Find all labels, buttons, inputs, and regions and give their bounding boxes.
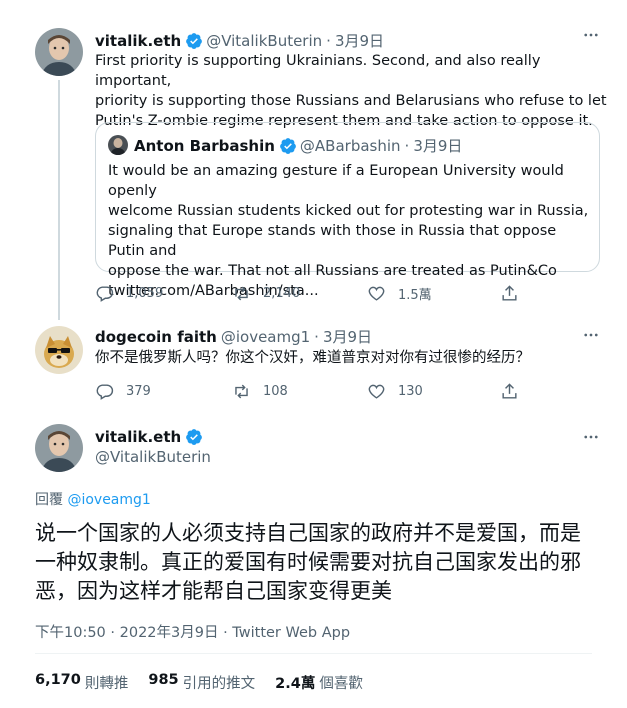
display-name[interactable]: dogecoin faith [95, 328, 217, 346]
quote-handle: @ABarbashin [299, 136, 401, 155]
retweet-icon [235, 384, 248, 399]
tweet-text: 你不是俄罗斯人吗？你这个汉奸，难道普京对对你有过很惨的经历？ [95, 350, 530, 366]
verified-badge-icon [185, 32, 203, 50]
retweets-count[interactable]: 6,170 [35, 672, 81, 693]
share-button[interactable] [500, 382, 531, 401]
thread-line [58, 80, 60, 320]
focused-tweet-text: 说一个国家的人必须支持自己国家的政府并不是爱国，而是一种奴隶制。真正的爱国有时候… [35, 521, 581, 603]
handle[interactable]: @VitalikButerin [95, 448, 211, 466]
avatar-vitalik[interactable] [35, 424, 83, 472]
share-icon [502, 383, 517, 399]
quote-date: 3月9日 [413, 137, 463, 155]
quote-header: Anton Barbashin @ABarbashin · 3月9日 [134, 135, 462, 156]
separator-dot: · [404, 136, 410, 155]
separator-dot: · [314, 327, 319, 346]
retweet-count: 2,140 [263, 286, 301, 301]
tweet-timestamp[interactable]: 下午10:50 · 2022年3月9日 · Twitter Web App [35, 621, 350, 642]
engagement-stats: 6,170 則轉推 985 引用的推文 2.4萬 個喜歡 [35, 672, 383, 693]
avatar-anton [108, 135, 128, 155]
likes-label[interactable]: 個喜歡 [319, 672, 363, 693]
like-count: 130 [398, 384, 423, 399]
retweet-button[interactable]: 108 [232, 382, 288, 401]
more-dots-icon[interactable] [582, 428, 600, 450]
share-icon [502, 285, 517, 301]
like-button[interactable]: 130 [367, 382, 423, 401]
reply-icon [96, 384, 114, 400]
display-name[interactable]: vitalik.eth [95, 428, 181, 446]
more-dots-icon[interactable] [582, 26, 600, 48]
quote-text: It would be an amazing gesture if a Euro… [108, 163, 589, 299]
quoted-tweet-card[interactable]: Anton Barbashin @ABarbashin · 3月9日 It wo… [95, 122, 600, 299]
tweet2-header: dogecoin faith @ioveamg1 · 3月9日 [95, 326, 372, 347]
reply-to-handle[interactable]: @ioveamg1 [67, 492, 150, 508]
reply-count: 1,059 [126, 286, 164, 301]
tweet3-name: vitalik.eth [95, 428, 206, 446]
display-name[interactable]: vitalik.eth [95, 32, 181, 50]
tweet-text: First priority is supporting Ukrainians.… [95, 53, 607, 129]
reply-button[interactable]: 379 [95, 382, 151, 401]
heart-icon [368, 286, 385, 301]
reply-prefix: 回覆 [35, 492, 63, 508]
retweet-count: 108 [263, 384, 288, 399]
verified-badge-icon [279, 137, 297, 155]
likes-count[interactable]: 2.4萬 [275, 672, 315, 693]
separator-dot: · [326, 31, 331, 50]
retweet-icon [235, 286, 248, 301]
like-count: 1.5萬 [398, 288, 432, 303]
tweet-vitalik-1[interactable]: vitalik.eth @VitalikButerin · 3月9日 First… [0, 0, 627, 320]
handle[interactable]: @VitalikButerin [206, 32, 322, 50]
handle[interactable]: @ioveamg1 [221, 328, 310, 346]
tweet-date[interactable]: 3月9日 [323, 326, 372, 347]
quotes-count[interactable]: 985 [148, 672, 178, 693]
reply-to-line: 回覆 @ioveamg1 [35, 489, 151, 509]
tweet-date[interactable]: 3月9日 [335, 30, 384, 51]
avatar-vitalik[interactable] [35, 28, 83, 76]
quotes-label[interactable]: 引用的推文 [183, 672, 256, 693]
avatar-dogecoin[interactable] [35, 326, 83, 374]
like-button[interactable]: 1.5萬 [367, 284, 432, 303]
verified-badge-icon [185, 428, 203, 446]
share-button[interactable] [500, 284, 531, 303]
tweet-vitalik-focused: vitalik.eth @VitalikButerin 回覆 @ioveamg1… [0, 416, 627, 708]
tweet3-handle-row: @VitalikButerin [95, 448, 211, 466]
divider [35, 653, 592, 654]
reply-button[interactable]: 1,059 [95, 284, 163, 303]
tweet1-header: vitalik.eth @VitalikButerin · 3月9日 [95, 30, 384, 51]
more-dots-icon[interactable] [582, 326, 600, 348]
tweet-dogecoin[interactable]: dogecoin faith @ioveamg1 · 3月9日 你不是俄罗斯人吗… [0, 316, 627, 416]
reply-icon [96, 286, 114, 302]
retweet-button[interactable]: 2,140 [232, 284, 300, 303]
reply-count: 379 [126, 384, 151, 399]
quote-display-name: Anton Barbashin [134, 136, 275, 155]
retweets-label[interactable]: 則轉推 [85, 672, 129, 693]
heart-icon [368, 384, 385, 399]
